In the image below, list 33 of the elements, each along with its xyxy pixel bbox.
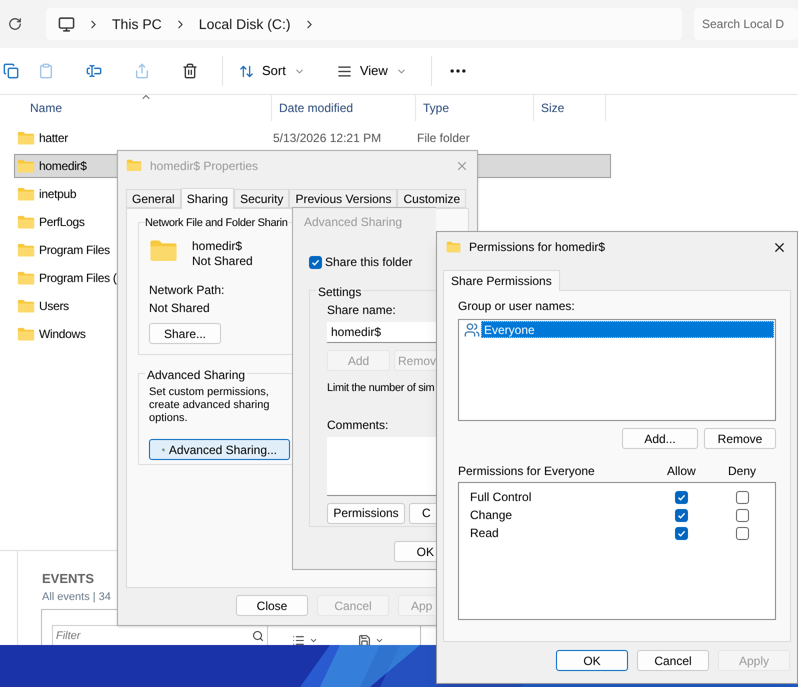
file-name: hatter	[39, 130, 68, 147]
window-title: Permissions for homedir$	[469, 239, 606, 256]
filter-placeholder: Filter	[56, 628, 80, 644]
file-name: homedir$	[39, 158, 87, 175]
network-path-label: Network Path:	[149, 282, 226, 299]
file-name: Program Files	[39, 242, 110, 259]
search-placeholder: Search Local D	[702, 16, 784, 33]
window-title: Advanced Sharing	[303, 214, 404, 231]
comments-label: Comments:	[327, 416, 390, 434]
folder-name: homedir$	[192, 239, 244, 254]
permission-name: Change	[469, 507, 514, 524]
file-name: PerfLogs	[39, 214, 85, 231]
events-subtitle: All events | 34	[42, 590, 112, 604]
file-name: inetpub	[39, 186, 76, 203]
deny-header: Deny	[728, 463, 756, 480]
checkbox-label: Share this folder	[325, 254, 412, 271]
file-name: Users	[39, 298, 69, 315]
permission-name: Read	[469, 525, 500, 542]
advanced-description: Set custom permissions, create advanced sharing options.	[149, 386, 270, 425]
type-cell-text: File folder	[417, 130, 470, 147]
network-path: Not Shared	[149, 300, 210, 317]
file-name: Program Files (	[39, 270, 117, 287]
share-status: Not Shared	[192, 254, 253, 269]
group-label: Group or user names:	[458, 298, 576, 315]
permissions-label: Permissions for Everyone	[458, 463, 596, 480]
window-title: homedir$ Properties	[150, 158, 260, 174]
events-title: EVENTS	[42, 570, 96, 588]
permission-name: Full Control	[469, 489, 532, 506]
limit-label: Limit the number of sim	[327, 381, 436, 396]
date-cell-text: 5/13/2026 12:21 PM	[273, 130, 382, 147]
allow-header: Allow	[667, 463, 697, 480]
share-name-label: Share name:	[327, 302, 397, 319]
file-name: Windows	[39, 326, 86, 343]
